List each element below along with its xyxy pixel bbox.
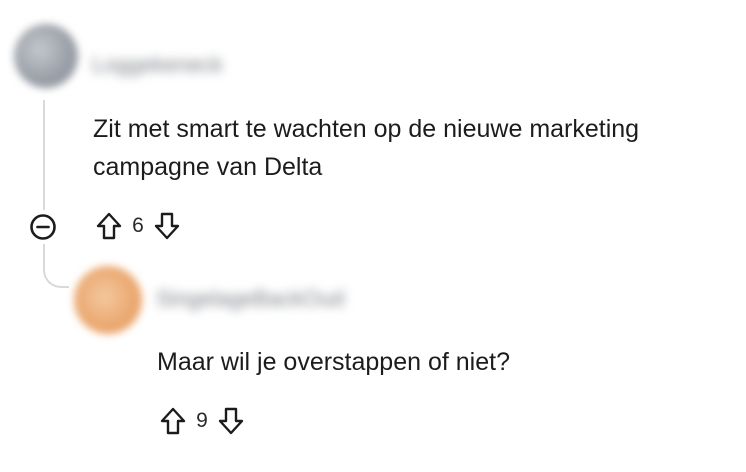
arrow-up-icon [96, 212, 122, 240]
comment-thread: Loggekeneck Zit met smart te wachten op … [0, 0, 746, 472]
arrow-down-icon [154, 212, 180, 240]
comment-username[interactable]: SingelageBackOud [156, 286, 344, 312]
vote-bar: 6 [92, 210, 184, 242]
arrow-up-icon [160, 407, 186, 435]
vote-count: 6 [132, 214, 144, 237]
arrow-down-icon [218, 407, 244, 435]
avatar[interactable] [14, 24, 78, 88]
vote-count: 9 [196, 409, 208, 432]
upvote-button[interactable] [156, 405, 190, 437]
avatar[interactable] [74, 266, 142, 334]
thread-reply-connector [43, 244, 69, 288]
comment-body: Zit met smart te wachten op de nieuwe ma… [93, 115, 640, 181]
vote-bar: 9 [156, 405, 248, 437]
downvote-button[interactable] [214, 405, 248, 437]
downvote-button[interactable] [150, 210, 184, 242]
minus-circle-icon [30, 214, 56, 240]
upvote-button[interactable] [92, 210, 126, 242]
comment-body: Maar wil je overstappen of niet? [157, 348, 510, 376]
collapse-thread-button[interactable] [28, 212, 58, 242]
comment-username[interactable]: Loggekeneck [92, 52, 223, 78]
thread-line [43, 100, 45, 210]
